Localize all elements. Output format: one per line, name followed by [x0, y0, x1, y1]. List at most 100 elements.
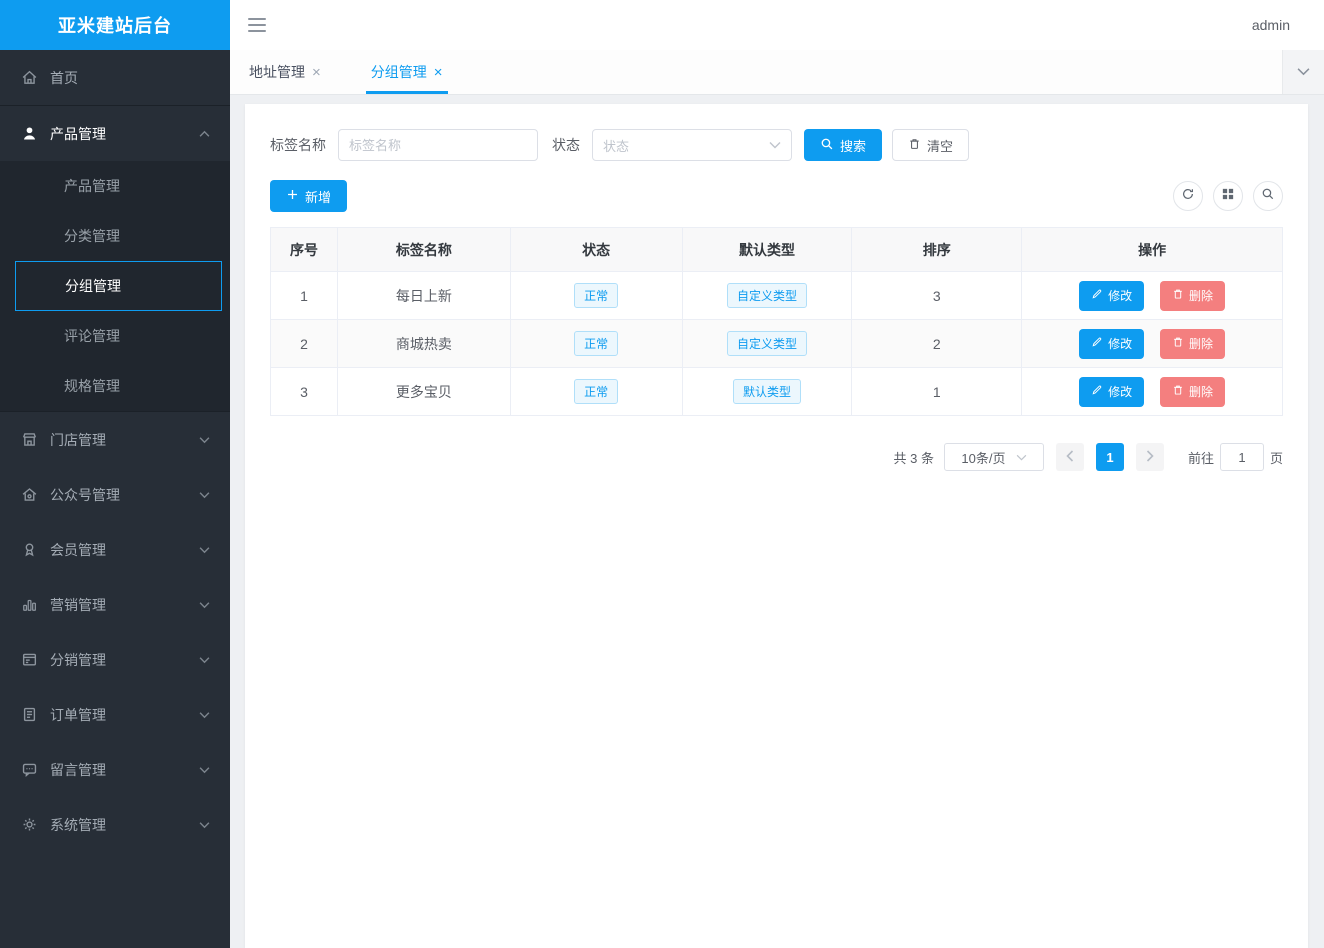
sidebar-item-product-management[interactable]: 产品管理 [0, 106, 230, 161]
header-actions: 操作 [1022, 228, 1283, 272]
delete-button[interactable]: 删除 [1160, 329, 1225, 359]
sidebar-subitem-label: 评论管理 [64, 326, 120, 346]
goto-page-input[interactable] [1220, 443, 1264, 471]
home-icon [20, 69, 38, 87]
user-icon [20, 125, 38, 143]
edit-button-label: 修改 [1108, 383, 1132, 400]
goto-label: 前往 [1188, 448, 1214, 467]
sidebar-subitem-comment-management[interactable]: 评论管理 [0, 311, 230, 361]
pencil-icon [1091, 288, 1103, 303]
official-account-icon [20, 486, 38, 504]
delete-button-label: 删除 [1189, 335, 1213, 352]
edit-button-label: 修改 [1108, 335, 1132, 352]
table-row: 2 商城热卖 正常 自定义类型 2 修改 [271, 320, 1283, 368]
toggle-search-button[interactable] [1253, 181, 1283, 211]
sidebar-item-label: 会员管理 [50, 540, 106, 560]
status-badge: 正常 [574, 283, 618, 308]
next-page-button[interactable] [1136, 443, 1164, 471]
sidebar-item-system-management[interactable]: 系统管理 [0, 797, 230, 852]
content-card: 标签名称 状态 状态 搜索 [245, 104, 1308, 948]
type-badge: 自定义类型 [727, 331, 807, 356]
type-badge: 默认类型 [733, 379, 801, 404]
pagination-total: 共 3 条 [894, 448, 934, 467]
trash-icon [908, 137, 921, 154]
cell-index: 1 [271, 272, 338, 320]
chevron-down-icon [199, 601, 210, 609]
sidebar-item-label: 订单管理 [50, 705, 106, 725]
chevron-down-icon [1297, 63, 1310, 81]
sidebar-item-distribution-management[interactable]: 分销管理 [0, 632, 230, 687]
tab-label: 分组管理 [371, 62, 427, 82]
delete-button-label: 删除 [1189, 287, 1213, 304]
tab-label: 地址管理 [249, 62, 305, 82]
sidebar-subitem-label: 分类管理 [64, 226, 120, 246]
sidebar-subitem-spec-management[interactable]: 规格管理 [0, 361, 230, 411]
brand-title: 亚米建站后台 [0, 0, 230, 50]
header-sort: 排序 [852, 228, 1022, 272]
pencil-icon [1091, 384, 1103, 399]
sidebar-item-label: 分销管理 [50, 650, 106, 670]
refresh-icon [1181, 187, 1195, 206]
sidebar-item-message-management[interactable]: 留言管理 [0, 742, 230, 797]
pagination: 共 3 条 10条/页 1 [270, 443, 1283, 471]
page-unit-label: 页 [1270, 448, 1283, 467]
app-window: 亚米建站后台 首页 产品管理 产品管理 [0, 0, 1324, 948]
store-icon [20, 431, 38, 449]
username[interactable]: admin [1252, 17, 1290, 33]
delete-button[interactable]: 删除 [1160, 281, 1225, 311]
sidebar-item-official-account-management[interactable]: 公众号管理 [0, 467, 230, 522]
search-icon [820, 137, 834, 154]
edit-button[interactable]: 修改 [1079, 281, 1144, 311]
tabs-dropdown-button[interactable] [1282, 50, 1324, 94]
close-icon[interactable]: × [312, 65, 321, 80]
prev-page-button[interactable] [1056, 443, 1084, 471]
sidebar-subitem-category-management[interactable]: 分类管理 [0, 211, 230, 261]
groups-table: 序号 标签名称 状态 默认类型 排序 操作 1 每日上新 正常 [270, 227, 1283, 416]
clear-button-label: 清空 [927, 136, 953, 155]
sidebar-item-label: 产品管理 [50, 124, 106, 144]
status-filter-select[interactable]: 状态 [592, 129, 792, 161]
edit-button[interactable]: 修改 [1079, 377, 1144, 407]
sidebar-subitem-product-list[interactable]: 产品管理 [0, 161, 230, 211]
sidebar-subitem-group-management[interactable]: 分组管理 [15, 261, 222, 311]
delete-button[interactable]: 删除 [1160, 377, 1225, 407]
chevron-right-icon [1146, 450, 1154, 465]
toolbar: 新增 [270, 180, 1283, 212]
cell-name: 更多宝贝 [337, 368, 510, 416]
sidebar-item-marketing-management[interactable]: 营销管理 [0, 577, 230, 632]
add-button[interactable]: 新增 [270, 180, 347, 212]
status-badge: 正常 [574, 379, 618, 404]
grid-icon [1222, 187, 1234, 205]
search-button[interactable]: 搜索 [804, 129, 882, 161]
column-settings-button[interactable] [1213, 181, 1243, 211]
distribution-icon [20, 651, 38, 669]
page-size-select[interactable]: 10条/页 [944, 443, 1044, 471]
tab-group-management[interactable]: 分组管理 × [366, 50, 448, 94]
sidebar-item-home[interactable]: 首页 [0, 50, 230, 105]
name-filter-input[interactable] [338, 129, 538, 161]
sidebar-item-order-management[interactable]: 订单管理 [0, 687, 230, 742]
search-button-label: 搜索 [840, 136, 866, 155]
clear-button[interactable]: 清空 [892, 129, 969, 161]
page-number-1[interactable]: 1 [1096, 443, 1124, 471]
table-row: 3 更多宝贝 正常 默认类型 1 修改 [271, 368, 1283, 416]
sidebar-menu: 首页 产品管理 产品管理 分类管理 分组管 [0, 50, 230, 948]
edit-button[interactable]: 修改 [1079, 329, 1144, 359]
sidebar-item-label: 营销管理 [50, 595, 106, 615]
header-status: 状态 [510, 228, 682, 272]
sidebar: 亚米建站后台 首页 产品管理 产品管理 [0, 0, 230, 948]
main-area: admin 地址管理 × 分组管理 × 标签名称 [230, 0, 1324, 948]
refresh-button[interactable] [1173, 181, 1203, 211]
sidebar-subitem-label: 产品管理 [64, 176, 120, 196]
marketing-icon [20, 596, 38, 614]
sidebar-item-store-management[interactable]: 门店管理 [0, 412, 230, 467]
sidebar-item-member-management[interactable]: 会员管理 [0, 522, 230, 577]
chevron-up-icon [199, 130, 210, 138]
tab-address-management[interactable]: 地址管理 × [244, 50, 326, 94]
trash-icon [1172, 336, 1184, 351]
content-area: 标签名称 状态 状态 搜索 [230, 95, 1324, 948]
chevron-down-icon [199, 766, 210, 774]
hamburger-menu-icon[interactable] [248, 18, 266, 32]
chevron-down-icon [199, 821, 210, 829]
close-icon[interactable]: × [434, 65, 443, 80]
